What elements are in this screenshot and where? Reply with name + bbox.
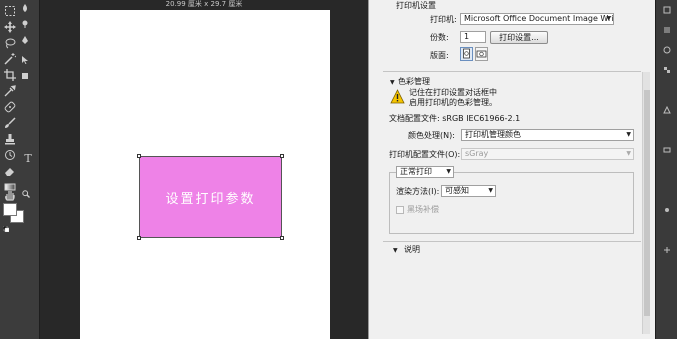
panel-icon[interactable] bbox=[663, 46, 671, 54]
panel-icon[interactable] bbox=[663, 26, 671, 34]
print-settings-panel: 打印机设置 打印机: Microsoft Office Document Ima… bbox=[368, 0, 655, 339]
brush-icon[interactable] bbox=[3, 116, 17, 130]
print-preview-page: 设置打印参数 bbox=[80, 10, 330, 339]
printer-value: Microsoft Office Document Image Writer bbox=[464, 14, 614, 23]
default-colors-icon[interactable] bbox=[2, 225, 10, 233]
print-mode-select[interactable]: 正常打印 ▼ bbox=[396, 166, 454, 178]
marquee-icon[interactable] bbox=[3, 4, 17, 18]
chevron-down-icon: ▼ bbox=[626, 150, 631, 157]
section-divider bbox=[383, 71, 641, 72]
panels-dock bbox=[655, 0, 677, 339]
panel-icon[interactable] bbox=[663, 106, 671, 114]
print-image-text: 设置打印参数 bbox=[165, 191, 256, 207]
eraser-icon[interactable] bbox=[3, 164, 17, 178]
collapse-triangle-icon[interactable]: ▼ bbox=[393, 247, 398, 255]
copies-input[interactable]: 1 bbox=[460, 31, 486, 43]
blur-icon[interactable] bbox=[21, 4, 29, 12]
print-mode-value: 正常打印 bbox=[400, 167, 432, 176]
chevron-down-icon: ▼ bbox=[606, 15, 611, 22]
warning-text-line2: 启用打印机的色彩管理。 bbox=[409, 98, 497, 107]
color-handling-value: 打印机管理颜色 bbox=[465, 130, 521, 139]
type-icon[interactable]: T bbox=[21, 152, 35, 166]
dodge-icon[interactable] bbox=[21, 20, 29, 28]
color-handling-label: 颜色处理(N): bbox=[408, 131, 455, 140]
printer-profile-value: sGray bbox=[465, 149, 489, 158]
printer-profile-select[interactable]: sGray ▼ bbox=[461, 148, 634, 160]
crop-icon[interactable] bbox=[3, 68, 17, 82]
panel-scrollbar[interactable] bbox=[642, 72, 650, 334]
collapse-triangle-icon[interactable]: ▼ bbox=[390, 79, 395, 87]
panel-icon[interactable] bbox=[663, 146, 671, 154]
shape-icon[interactable] bbox=[21, 72, 29, 80]
rendering-intent-select[interactable]: 可感知 ▼ bbox=[441, 185, 496, 197]
chevron-down-icon: ▼ bbox=[446, 168, 451, 175]
tools-panel: T bbox=[0, 0, 40, 339]
handle-bottom-right[interactable] bbox=[280, 236, 284, 240]
paper-size-label: 20.99 厘米 x 29.7 厘米 bbox=[165, 0, 243, 8]
stamp-icon[interactable] bbox=[3, 132, 17, 146]
panel-icon[interactable] bbox=[663, 6, 671, 14]
description-title: 说明 bbox=[404, 245, 420, 254]
rendering-intent-label: 渲染方法(I): bbox=[396, 187, 440, 196]
copies-label: 份数: bbox=[430, 33, 449, 42]
rendering-intent-value: 可感知 bbox=[445, 186, 469, 195]
landscape-layout-icon[interactable] bbox=[475, 47, 488, 61]
panel-icon[interactable] bbox=[663, 206, 671, 214]
hand-icon[interactable] bbox=[3, 188, 17, 202]
printer-label: 打印机: bbox=[430, 15, 457, 24]
handle-top-right[interactable] bbox=[280, 154, 284, 158]
warning-text-line1: 记住在打印设置对话框中 bbox=[409, 88, 497, 97]
scrollbar-thumb[interactable] bbox=[644, 90, 650, 316]
document-profile-label: 文档配置文件: sRGB IEC61966-2.1 bbox=[389, 114, 521, 123]
section-divider bbox=[383, 241, 641, 242]
zoom-icon[interactable] bbox=[22, 190, 30, 198]
layout-label: 版面: bbox=[430, 51, 449, 60]
printer-setup-title: 打印机设置 bbox=[396, 1, 436, 10]
eyedropper-icon[interactable] bbox=[3, 84, 17, 98]
panel-icon[interactable] bbox=[663, 66, 671, 74]
move-icon[interactable] bbox=[3, 20, 17, 34]
color-handling-select[interactable]: 打印机管理颜色 ▼ bbox=[461, 129, 634, 141]
lasso-icon[interactable] bbox=[3, 36, 17, 50]
print-settings-button[interactable]: 打印设置... bbox=[490, 31, 548, 44]
printer-profile-label: 打印机配置文件(O): bbox=[389, 150, 461, 159]
print-options-group bbox=[389, 172, 634, 234]
printer-select[interactable]: Microsoft Office Document Image Writer ▼ bbox=[460, 13, 614, 25]
healing-brush-icon[interactable] bbox=[3, 100, 17, 114]
path-select-icon[interactable] bbox=[21, 56, 29, 64]
pen-icon[interactable] bbox=[21, 36, 29, 44]
black-point-label: 黑场补偿 bbox=[407, 205, 439, 214]
black-point-checkbox[interactable] bbox=[396, 206, 404, 214]
foreground-color-swatch[interactable] bbox=[3, 203, 17, 216]
magic-wand-icon[interactable] bbox=[3, 52, 17, 66]
color-management-title: 色彩管理 bbox=[398, 77, 430, 86]
panel-icon[interactable] bbox=[663, 246, 671, 254]
portrait-layout-icon[interactable] bbox=[460, 47, 473, 61]
warning-icon bbox=[390, 89, 405, 104]
chevron-down-icon: ▼ bbox=[488, 187, 493, 194]
print-image-preview[interactable]: 设置打印参数 bbox=[137, 154, 284, 240]
print-preview-area: 20.99 厘米 x 29.7 厘米 设置打印参数 bbox=[40, 0, 368, 339]
handle-bottom-left[interactable] bbox=[137, 236, 141, 240]
handle-top-left[interactable] bbox=[137, 154, 141, 158]
history-brush-icon[interactable] bbox=[3, 148, 17, 162]
chevron-down-icon: ▼ bbox=[626, 131, 631, 138]
